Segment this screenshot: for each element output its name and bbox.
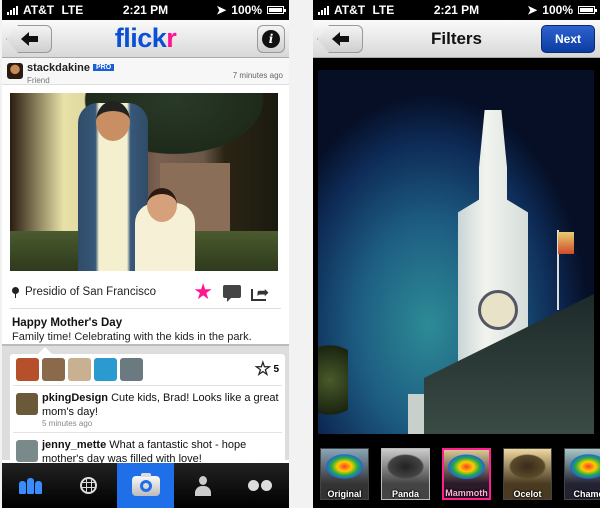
clock: 2:21 PM <box>122 3 169 17</box>
location-row: Presidio of San Francisco ★ ➦ <box>10 275 281 309</box>
status-bar: AT&T LTE 2:21 PM ➤ 100% <box>2 0 289 20</box>
flickr-photo-screen: AT&T LTE 2:21 PM ➤ 100% flickr i stackda… <box>2 0 289 508</box>
next-button[interactable]: Next <box>541 25 595 53</box>
fave-avatar[interactable] <box>16 358 39 381</box>
comment-avatar[interactable] <box>16 393 38 415</box>
clock: 2:21 PM <box>433 3 480 17</box>
battery-percent: 100% <box>231 3 262 17</box>
battery-percent: 100% <box>542 3 573 17</box>
page-title: Filters <box>430 28 483 48</box>
camera-icon <box>131 472 160 496</box>
battery-icon <box>578 6 597 14</box>
carrier-label: AT&T <box>334 3 366 17</box>
location-link[interactable]: Presidio of San Francisco <box>25 286 156 298</box>
globe-icon <box>79 477 97 494</box>
tab-you[interactable] <box>174 463 231 508</box>
fave-avatar[interactable] <box>42 358 65 381</box>
signal-icon <box>7 5 18 15</box>
caption: Happy Mother's Day Family time! Celebrat… <box>2 309 289 349</box>
comment-author[interactable]: pkingDesign <box>42 392 108 404</box>
post-photo[interactable] <box>10 93 278 271</box>
filter-panda[interactable]: Panda <box>381 448 430 500</box>
comment-time: 5 minutes ago <box>42 419 93 428</box>
nav-bar: flickr i <box>2 20 289 58</box>
flickr-logo: flickr <box>114 23 177 53</box>
fave-avatar[interactable] <box>68 358 91 381</box>
share-icon[interactable]: ➦ <box>251 283 271 301</box>
location-pin-icon <box>12 286 19 298</box>
filter-mammoth[interactable]: Mammoth <box>442 448 491 500</box>
faves-row: ☆ 5 <box>13 354 282 386</box>
status-bar: AT&T LTE 2:21 PM ➤ 100% <box>313 0 600 20</box>
info-icon: i <box>262 30 280 48</box>
photo-description: Family time! Celebrating with the kids i… <box>12 331 252 343</box>
carrier-label: AT&T <box>23 3 55 17</box>
filter-strip: Original Panda Mammoth Ocelot Chame <box>313 434 600 508</box>
tab-bar <box>2 463 289 508</box>
back-arrow-icon <box>332 32 349 46</box>
back-arrow-icon <box>21 32 38 46</box>
filter-ocelot[interactable]: Ocelot <box>503 448 552 500</box>
comment-avatar[interactable] <box>16 440 38 462</box>
tab-flickr[interactable] <box>232 463 289 508</box>
filter-preview-photo <box>318 70 594 434</box>
person-icon <box>194 475 212 496</box>
fave-avatar[interactable] <box>120 358 143 381</box>
back-button[interactable] <box>317 25 363 53</box>
fave-count: 5 <box>273 364 279 375</box>
nav-bar: Filters Next <box>313 20 600 58</box>
tab-explore[interactable] <box>59 463 116 508</box>
tab-contacts[interactable] <box>2 463 59 508</box>
post-header: stackdakine PRO Friend 7 minutes ago <box>2 58 289 85</box>
people-icon <box>19 477 43 494</box>
filter-original[interactable]: Original <box>320 448 369 500</box>
location-arrow-icon: ➤ <box>216 3 227 17</box>
tab-camera[interactable] <box>116 463 175 508</box>
network-label: LTE <box>372 3 395 17</box>
battery-icon <box>267 6 286 14</box>
dots-icon <box>248 480 273 491</box>
pro-badge: PRO <box>92 63 115 71</box>
comment-item: pkingDesign Cute kids, Brad! Looks like … <box>13 386 282 433</box>
filters-screen: AT&T LTE 2:21 PM ➤ 100% Filters Next Ori… <box>313 0 600 508</box>
photo-title: Happy Mother's Day <box>12 317 123 329</box>
network-label: LTE <box>61 3 84 17</box>
filter-chameleon[interactable]: Chame <box>564 448 600 500</box>
fave-avatar[interactable] <box>94 358 117 381</box>
location-arrow-icon: ➤ <box>527 3 538 17</box>
comments-card: ☆ 5 pkingDesign Cute kids, Brad! Looks li… <box>10 347 285 474</box>
info-button[interactable]: i <box>257 25 285 53</box>
username[interactable]: stackdakine <box>27 62 90 74</box>
signal-icon <box>318 5 329 15</box>
relationship-label: Friend <box>27 75 50 85</box>
favorite-star-icon[interactable]: ★ <box>193 280 213 303</box>
post-time: 7 minutes ago <box>232 71 283 80</box>
avatar[interactable] <box>7 63 23 79</box>
star-outline-icon: ☆ <box>254 359 272 380</box>
back-button[interactable] <box>6 25 52 53</box>
comment-icon[interactable] <box>223 285 241 302</box>
comment-author[interactable]: jenny_mette <box>42 439 106 451</box>
activity-section: ☆ 5 pkingDesign Cute kids, Brad! Looks li… <box>2 344 289 474</box>
